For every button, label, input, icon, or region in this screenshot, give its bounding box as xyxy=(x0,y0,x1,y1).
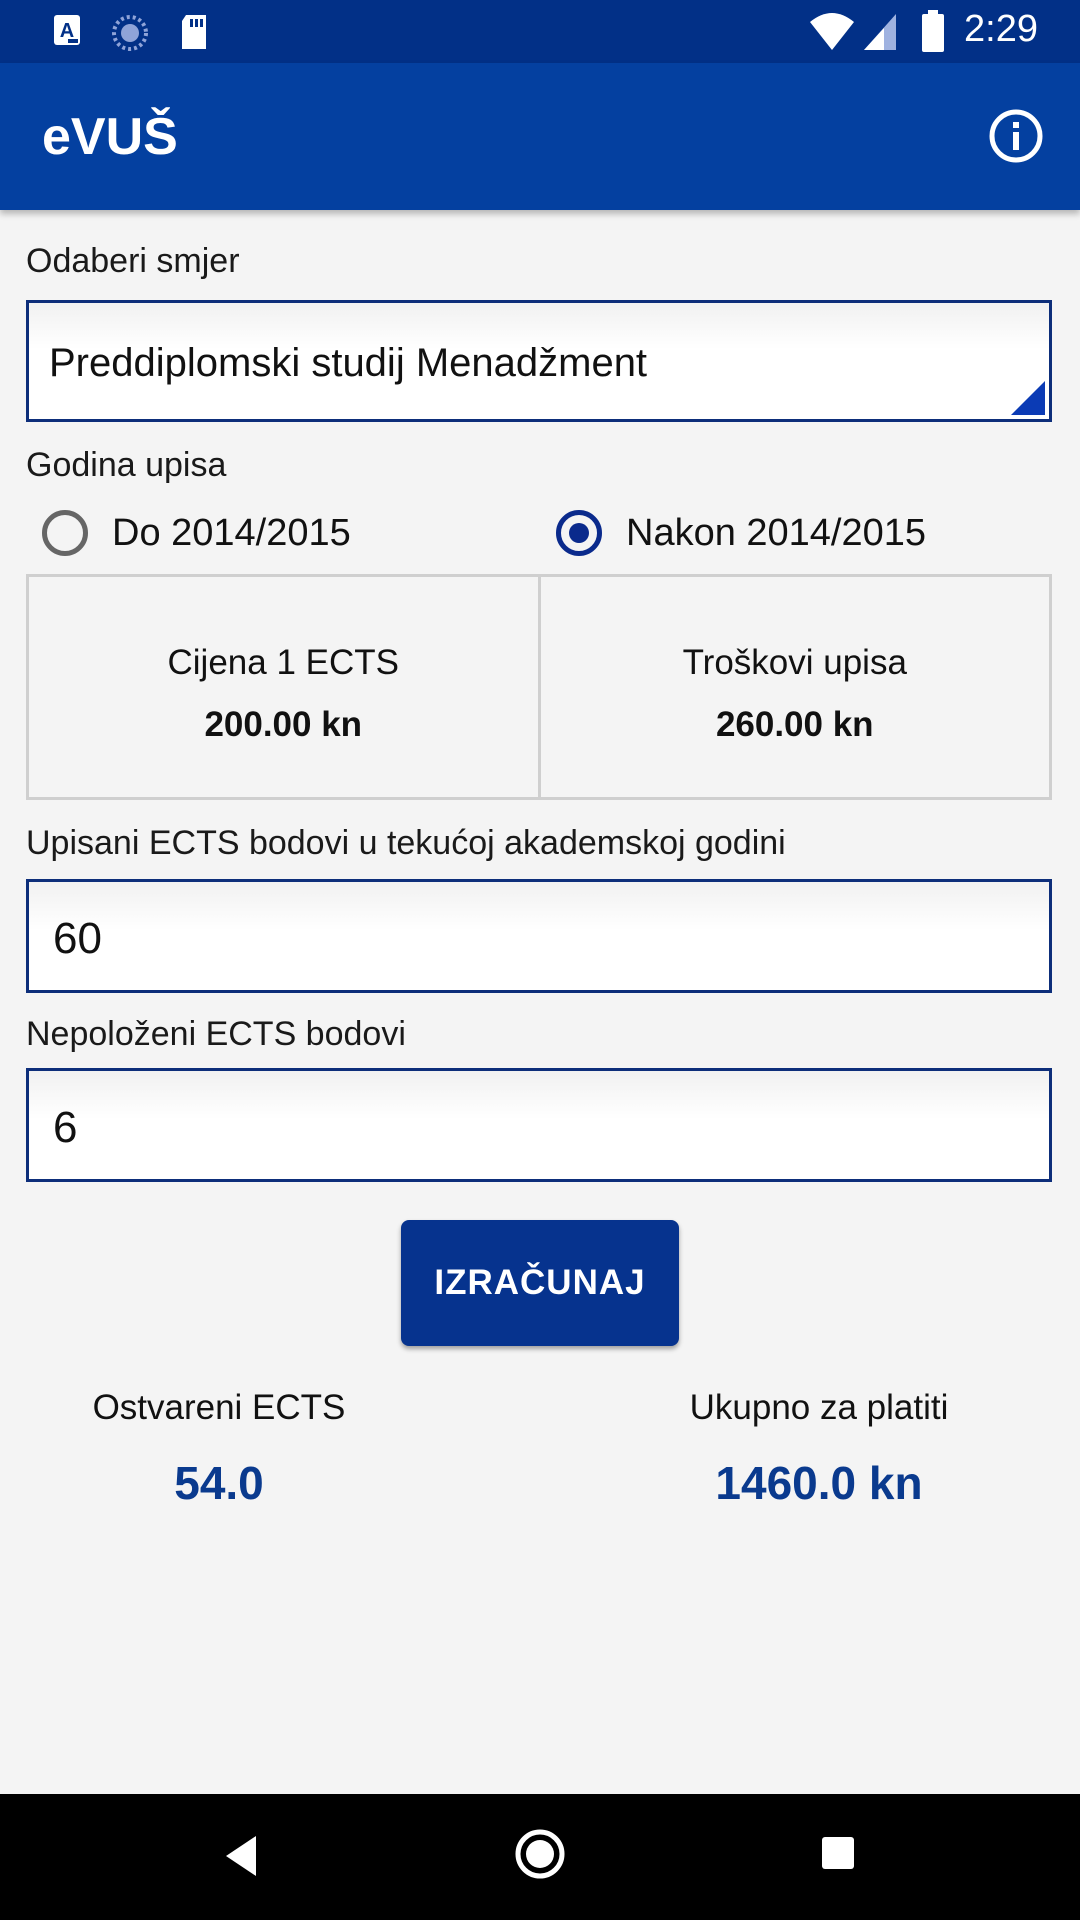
navigation-bar xyxy=(0,1794,1080,1920)
svg-text:A: A xyxy=(60,20,74,42)
enrolled-ects-value: 60 xyxy=(53,914,102,963)
achieved-ects-value: 54.0 xyxy=(174,1457,264,1509)
radio-after-label: Nakon 2014/2015 xyxy=(626,511,927,554)
sync-icon xyxy=(112,15,148,51)
status-time: 2:29 xyxy=(964,8,1038,50)
app-title: eVUŠ xyxy=(42,108,178,166)
achieved-ects-result: Ostvareni ECTS 54.0 xyxy=(9,1388,429,1510)
program-value: Preddiplomski studij Menadžment xyxy=(49,341,648,385)
battery-icon xyxy=(922,10,944,52)
ects-price-cell: Cijena 1 ECTS 200.00 kn xyxy=(29,577,538,797)
enrollment-cost-value: 260.00 kn xyxy=(715,705,874,744)
ects-price-label: Cijena 1 ECTS xyxy=(167,643,399,682)
app-bar: eVUŠ xyxy=(0,63,1080,210)
dropdown-triangle-icon xyxy=(1011,381,1045,415)
home-icon[interactable] xyxy=(514,1828,566,1880)
radio-after-2014[interactable]: Nakon 2014/2015 xyxy=(556,505,926,561)
total-payment-result: Ukupno za platiti 1460.0 kn xyxy=(609,1388,1029,1510)
signal-icon xyxy=(864,14,896,50)
enrolled-ects-label: Upisani ECTS bodovi u tekućoj akademskoj… xyxy=(26,824,786,862)
total-payment-label: Ukupno za platiti xyxy=(689,1388,949,1427)
a-badge-icon: A xyxy=(54,15,80,45)
radio-unchecked-icon[interactable] xyxy=(42,510,88,556)
enrollment-cost-label: Troškovi upisa xyxy=(682,643,907,682)
achieved-ects-label: Ostvareni ECTS xyxy=(92,1388,346,1427)
radio-before-2014[interactable]: Do 2014/2015 xyxy=(42,505,351,561)
back-icon[interactable] xyxy=(222,1834,262,1878)
sd-card-icon xyxy=(182,15,206,49)
program-label: Odaberi smjer xyxy=(26,242,240,280)
price-table: Cijena 1 ECTS 200.00 kn Troškovi upisa 2… xyxy=(26,574,1052,800)
recents-icon[interactable] xyxy=(821,1836,855,1870)
failed-ects-label: Nepoloženi ECTS bodovi xyxy=(26,1015,406,1053)
wifi-icon xyxy=(810,13,854,50)
enrollment-cost-cell: Troškovi upisa 260.00 kn xyxy=(537,577,1050,797)
enrolled-ects-field[interactable]: 60 xyxy=(26,879,1052,993)
radio-checked-icon[interactable] xyxy=(556,510,602,556)
failed-ects-field[interactable]: 6 xyxy=(26,1068,1052,1182)
info-icon[interactable] xyxy=(986,106,1046,166)
year-label: Godina upisa xyxy=(26,446,227,484)
program-dropdown[interactable]: Preddiplomski studij Menadžment xyxy=(26,300,1052,422)
radio-before-label: Do 2014/2015 xyxy=(112,511,351,554)
calculate-button[interactable]: IZRAČUNAJ xyxy=(401,1220,679,1346)
total-payment-value: 1460.0 kn xyxy=(715,1457,923,1509)
status-bar: A 2:29 xyxy=(0,0,1080,63)
failed-ects-value: 6 xyxy=(53,1103,78,1152)
ects-price-value: 200.00 kn xyxy=(204,705,363,744)
